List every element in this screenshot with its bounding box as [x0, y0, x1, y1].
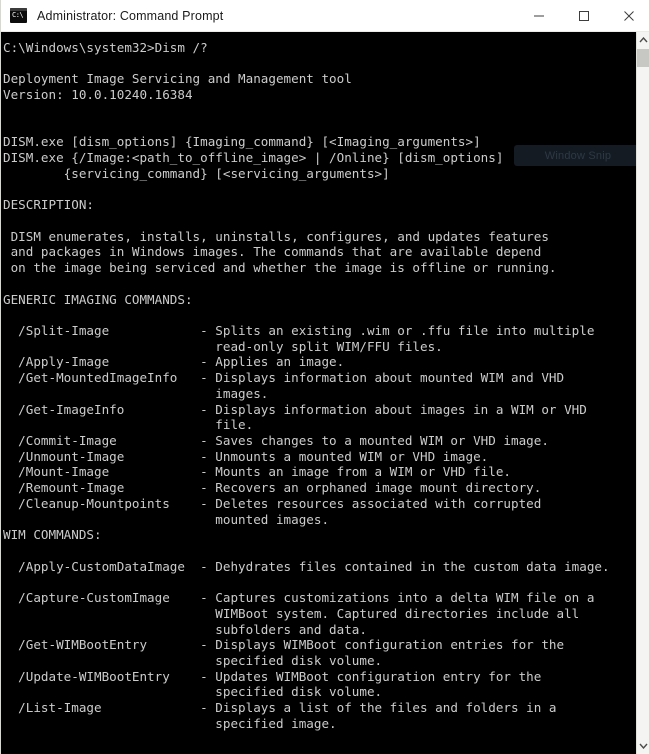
console-text: C:\Windows\system32>Dism /? Deployment I…	[3, 40, 610, 731]
maximize-button[interactable]	[561, 0, 606, 32]
close-button[interactable]	[606, 0, 649, 32]
minimize-button[interactable]	[516, 0, 561, 32]
console-output-area[interactable]: C:\Windows\system32>Dism /? Deployment I…	[1, 32, 638, 754]
scroll-up-icon	[638, 37, 648, 43]
scroll-up-button[interactable]	[637, 32, 649, 48]
window-snip-watermark: Window Snip	[514, 145, 638, 166]
window-title: Administrator: Command Prompt	[37, 8, 224, 23]
cmd-icon-prompt-text: C:\	[12, 11, 24, 19]
scroll-down-button[interactable]	[637, 738, 649, 754]
vertical-scrollbar[interactable]	[636, 32, 649, 754]
window-controls	[516, 0, 649, 32]
maximize-icon	[578, 10, 589, 21]
cmd-icon[interactable]: C:\	[10, 8, 27, 23]
command-prompt-window: C:\ Administrator: Command Prompt C:\Win…	[0, 0, 650, 754]
title-bar[interactable]: C:\ Administrator: Command Prompt	[1, 0, 649, 32]
close-icon	[623, 10, 634, 21]
window-snip-watermark-label: Window Snip	[544, 149, 612, 162]
scroll-down-icon	[638, 743, 648, 749]
scrollbar-track[interactable]	[637, 48, 649, 738]
minimize-icon	[533, 15, 544, 16]
scrollbar-thumb[interactable]	[637, 49, 649, 67]
